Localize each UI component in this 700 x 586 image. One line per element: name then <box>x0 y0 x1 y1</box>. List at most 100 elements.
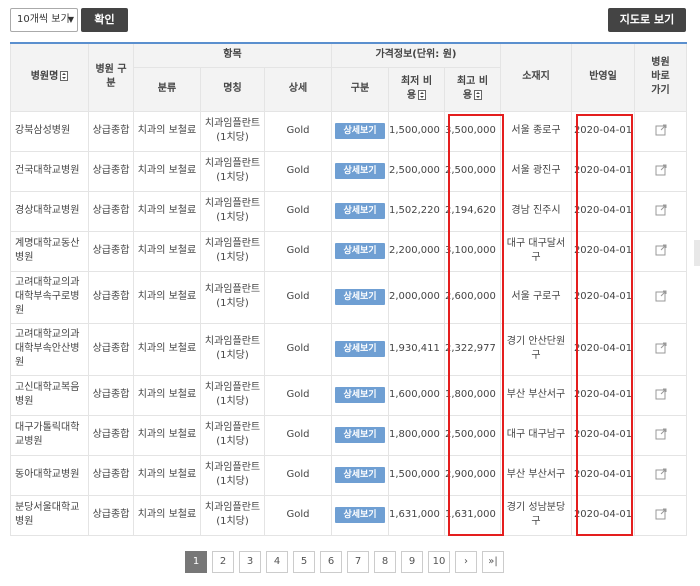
max-cost-cell: 2,322,977 <box>444 322 501 376</box>
hospital-type-cell: 상급종합 <box>88 454 134 496</box>
page-10-button[interactable]: 10 <box>428 551 450 573</box>
header-price-group: 가격정보(단위: 원) <box>331 42 501 68</box>
map-view-button[interactable]: 지도로 보기 <box>608 8 686 32</box>
header-hospital-name[interactable]: 병원명 <box>10 42 89 112</box>
hospital-link-cell <box>634 150 687 192</box>
location-cell: 대구 대구달서 구 <box>500 230 572 272</box>
reflect-date-cell: 2020-04-01 <box>571 494 635 536</box>
detail-view-button[interactable]: 상세보기 <box>335 467 385 483</box>
scroll-handle[interactable] <box>694 240 700 266</box>
max-cost-cell: 2,900,000 <box>444 454 501 496</box>
pagination: 1 2 3 4 5 6 7 8 9 10 › »| <box>185 551 515 573</box>
sort-icon[interactable] <box>60 71 69 82</box>
hospital-type-cell: 상급종합 <box>88 322 134 376</box>
max-cost-cell: 3,100,000 <box>444 230 501 272</box>
detail-cell: Gold <box>264 190 332 232</box>
item-name-cell: 치과임플란트 (1치당) <box>200 322 265 376</box>
category-cell: 치과의 보철료 <box>133 190 201 232</box>
max-cost-cell: 2,600,000 <box>444 270 501 324</box>
external-link-icon[interactable] <box>655 428 667 440</box>
hospital-link-cell <box>634 454 687 496</box>
detail-view-button[interactable]: 상세보기 <box>335 203 385 219</box>
external-link-icon[interactable] <box>655 124 667 136</box>
min-cost-cell: 1,800,000 <box>388 414 445 456</box>
table-row: 분당서울대학교 병원 상급종합 치과의 보철료 치과임플란트 (1치당) Gold 상세보… <box>10 494 687 536</box>
header-hospital-link: 병원 바로 가기 <box>634 42 687 112</box>
page-5-button[interactable]: 5 <box>293 551 315 573</box>
reflect-date-cell: 2020-04-01 <box>571 374 635 416</box>
external-link-icon[interactable] <box>655 204 667 216</box>
reflect-date-cell: 2020-04-01 <box>571 150 635 192</box>
page-7-button[interactable]: 7 <box>347 551 369 573</box>
min-cost-cell: 2,200,000 <box>388 230 445 272</box>
table-row: 고려대학교의과 대학부속구로병 원 상급종합 치과의 보철료 치과임플란트 (1치당)… <box>10 270 687 324</box>
detail-view-button[interactable]: 상세보기 <box>335 387 385 403</box>
page-4-button[interactable]: 4 <box>266 551 288 573</box>
hospital-name-cell: 계명대학교동산 병원 <box>10 230 89 272</box>
reflect-date-cell: 2020-04-01 <box>571 110 635 152</box>
last-page-button[interactable]: »| <box>482 551 504 573</box>
detail-view-button[interactable]: 상세보기 <box>335 163 385 179</box>
detail-view-button[interactable]: 상세보기 <box>335 427 385 443</box>
sort-icon[interactable] <box>474 90 483 100</box>
reflect-date-cell: 2020-04-01 <box>571 454 635 496</box>
item-name-cell: 치과임플란트 (1치당) <box>200 110 265 152</box>
external-link-icon[interactable] <box>655 244 667 256</box>
hospital-link-cell <box>634 494 687 536</box>
hospital-name-cell: 고려대학교의과 대학부속안산병 원 <box>10 322 89 376</box>
page-6-button[interactable]: 6 <box>320 551 342 573</box>
hospital-type-cell: 상급종합 <box>88 270 134 324</box>
external-link-icon[interactable] <box>655 342 667 354</box>
external-link-icon[interactable] <box>655 290 667 302</box>
hospital-type-cell: 상급종합 <box>88 110 134 152</box>
page-1-button[interactable]: 1 <box>185 551 207 573</box>
table-row: 건국대학교병원 상급종합 치과의 보철료 치과임플란트 (1치당) Gold 상세보기 2,… <box>10 150 687 192</box>
next-page-button[interactable]: › <box>455 551 477 573</box>
page-size-select[interactable]: 10개씩 보기 ▼ <box>10 8 78 32</box>
hospital-link-cell <box>634 414 687 456</box>
page-2-button[interactable]: 2 <box>212 551 234 573</box>
hospital-name-cell: 경상대학교병원 <box>10 190 89 232</box>
reflect-date-cell: 2020-04-01 <box>571 230 635 272</box>
detail-cell: Gold <box>264 150 332 192</box>
external-link-icon[interactable] <box>655 164 667 176</box>
detail-view-button[interactable]: 상세보기 <box>335 341 385 357</box>
hospital-link-cell <box>634 190 687 232</box>
table-row: 대구가톨릭대학 교병원 상급종합 치과의 보철료 치과임플란트 (1치당) Gold 상세… <box>10 414 687 456</box>
hospital-link-cell <box>634 110 687 152</box>
location-cell: 경기 안산단원 구 <box>500 322 572 376</box>
division-cell: 상세보기 <box>331 150 389 192</box>
table-row: 동아대학교병원 상급종합 치과의 보철료 치과임플란트 (1치당) Gold 상세보기 1,… <box>10 454 687 496</box>
detail-view-button[interactable]: 상세보기 <box>335 507 385 523</box>
location-cell: 서울 광진구 <box>500 150 572 192</box>
hospital-name-cell: 대구가톨릭대학 교병원 <box>10 414 89 456</box>
hospital-name-cell: 건국대학교병원 <box>10 150 89 192</box>
detail-view-button[interactable]: 상세보기 <box>335 289 385 305</box>
hospital-price-table: 병원명 병원 구분 항목 가격정보(단위: 원) 소재지 반영일 병원 바로 가… <box>10 42 687 536</box>
category-cell: 치과의 보철료 <box>133 414 201 456</box>
chevron-down-icon: ▼ <box>67 15 74 24</box>
hospital-type-cell: 상급종합 <box>88 190 134 232</box>
external-link-icon[interactable] <box>655 388 667 400</box>
category-cell: 치과의 보철료 <box>133 110 201 152</box>
hospital-name-cell: 강북삼성병원 <box>10 110 89 152</box>
sort-icon[interactable] <box>418 90 427 100</box>
external-link-icon[interactable] <box>655 468 667 480</box>
min-cost-cell: 1,600,000 <box>388 374 445 416</box>
header-min-cost[interactable]: 최저 비용 <box>388 67 445 112</box>
location-cell: 경남 진주시 <box>500 190 572 232</box>
category-cell: 치과의 보철료 <box>133 322 201 376</box>
hospital-type-cell: 상급종합 <box>88 150 134 192</box>
external-link-icon[interactable] <box>655 508 667 520</box>
confirm-button[interactable]: 확인 <box>81 8 128 32</box>
detail-view-button[interactable]: 상세보기 <box>335 123 385 139</box>
category-cell: 치과의 보철료 <box>133 150 201 192</box>
page-9-button[interactable]: 9 <box>401 551 423 573</box>
detail-view-button[interactable]: 상세보기 <box>335 243 385 259</box>
header-max-cost[interactable]: 최고 비용 <box>444 67 501 112</box>
hospital-name-cell: 고려대학교의과 대학부속구로병 원 <box>10 270 89 324</box>
page-3-button[interactable]: 3 <box>239 551 261 573</box>
page-8-button[interactable]: 8 <box>374 551 396 573</box>
location-cell: 부산 부산서구 <box>500 374 572 416</box>
hospital-name-cell: 분당서울대학교 병원 <box>10 494 89 536</box>
